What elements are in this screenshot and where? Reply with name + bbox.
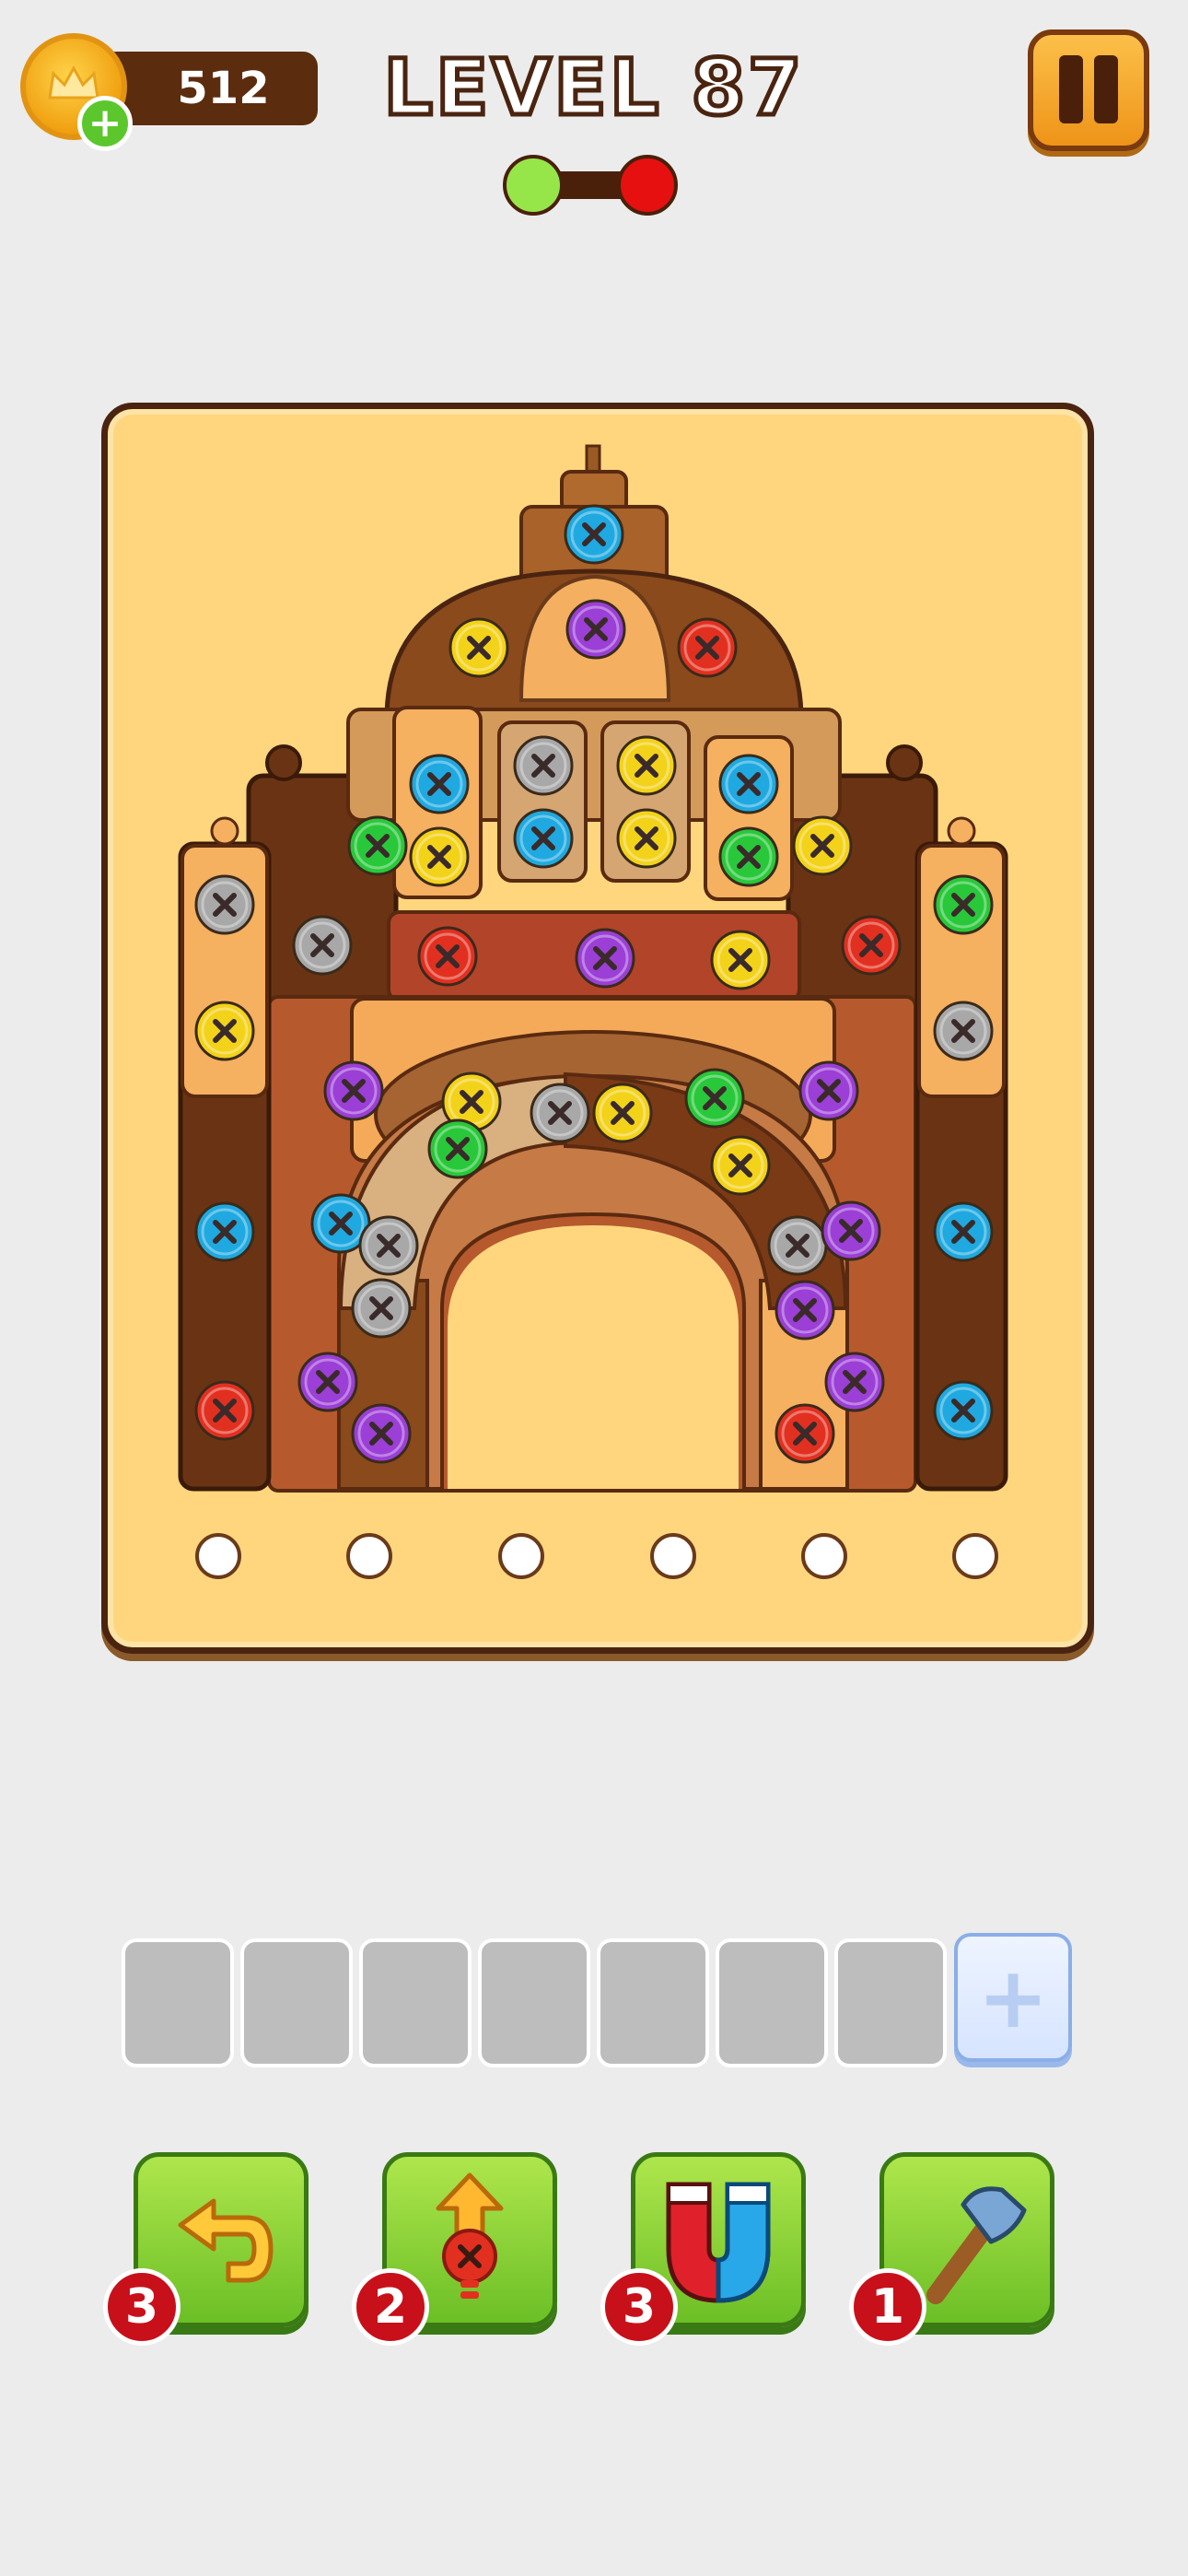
add-slot-button[interactable]: + [954, 1933, 1072, 2062]
magnet-count-badge: 3 [600, 2268, 678, 2346]
blue-screw[interactable] [564, 504, 624, 565]
green-screw[interactable] [718, 826, 779, 887]
tray-slot [359, 1938, 472, 2067]
gray-screw[interactable] [351, 1278, 412, 1339]
empty-hole[interactable] [346, 1533, 392, 1579]
gray-screw[interactable] [530, 1083, 590, 1143]
empty-hole[interactable] [801, 1533, 847, 1579]
red-screw[interactable] [841, 915, 902, 976]
empty-hole[interactable] [195, 1533, 241, 1579]
gray-screw[interactable] [292, 915, 353, 976]
blue-screw[interactable] [933, 1380, 994, 1441]
purple-screw[interactable] [821, 1200, 881, 1261]
blue-screw[interactable] [194, 1201, 255, 1262]
tray-slot [478, 1938, 590, 2067]
red-screw[interactable] [417, 926, 478, 987]
green-screw[interactable] [933, 874, 994, 935]
tray-slot [834, 1938, 947, 2067]
tray-slot [240, 1938, 353, 2067]
purple-screw[interactable] [824, 1352, 885, 1412]
screws-layer[interactable] [0, 0, 1188, 1658]
yellow-screw[interactable] [710, 1135, 771, 1196]
yellow-screw[interactable] [616, 735, 677, 796]
purple-screw[interactable] [575, 928, 635, 989]
plus-icon: + [977, 1948, 1049, 2047]
purple-screw[interactable] [297, 1352, 358, 1412]
purple-screw[interactable] [351, 1403, 412, 1464]
purple-screw[interactable] [798, 1060, 859, 1121]
red-screw[interactable] [775, 1403, 835, 1464]
gray-screw[interactable] [358, 1215, 419, 1276]
gray-screw[interactable] [194, 874, 255, 935]
empty-hole[interactable] [952, 1533, 998, 1579]
purple-screw[interactable] [323, 1060, 384, 1121]
blue-screw[interactable] [409, 754, 470, 814]
gray-screw[interactable] [767, 1215, 828, 1276]
yellow-screw[interactable] [792, 815, 853, 876]
red-screw[interactable] [194, 1380, 255, 1441]
yellow-screw[interactable] [409, 826, 470, 887]
blue-screw[interactable] [718, 754, 779, 814]
remove-screw-count-badge: 2 [352, 2268, 429, 2346]
yellow-screw[interactable] [710, 930, 771, 990]
tray-slot [716, 1938, 828, 2067]
yellow-screw[interactable] [194, 1001, 255, 1061]
green-screw[interactable] [427, 1118, 488, 1179]
empty-hole[interactable] [650, 1533, 696, 1579]
red-screw[interactable] [677, 617, 738, 678]
gray-screw[interactable] [933, 1001, 994, 1061]
blue-screw[interactable] [933, 1201, 994, 1262]
yellow-screw[interactable] [448, 617, 509, 678]
green-screw[interactable] [347, 815, 408, 876]
gray-screw[interactable] [513, 735, 574, 796]
tray-slot [597, 1938, 709, 2067]
green-screw[interactable] [684, 1068, 745, 1129]
blue-screw[interactable] [513, 808, 574, 869]
undo-count-badge: 3 [103, 2268, 181, 2346]
tray-slot [122, 1938, 234, 2067]
purple-screw[interactable] [775, 1280, 835, 1341]
yellow-screw[interactable] [592, 1083, 653, 1143]
empty-hole[interactable] [498, 1533, 544, 1579]
yellow-screw[interactable] [616, 808, 677, 869]
purple-screw[interactable] [565, 599, 626, 660]
hammer-count-badge: 1 [849, 2268, 926, 2346]
